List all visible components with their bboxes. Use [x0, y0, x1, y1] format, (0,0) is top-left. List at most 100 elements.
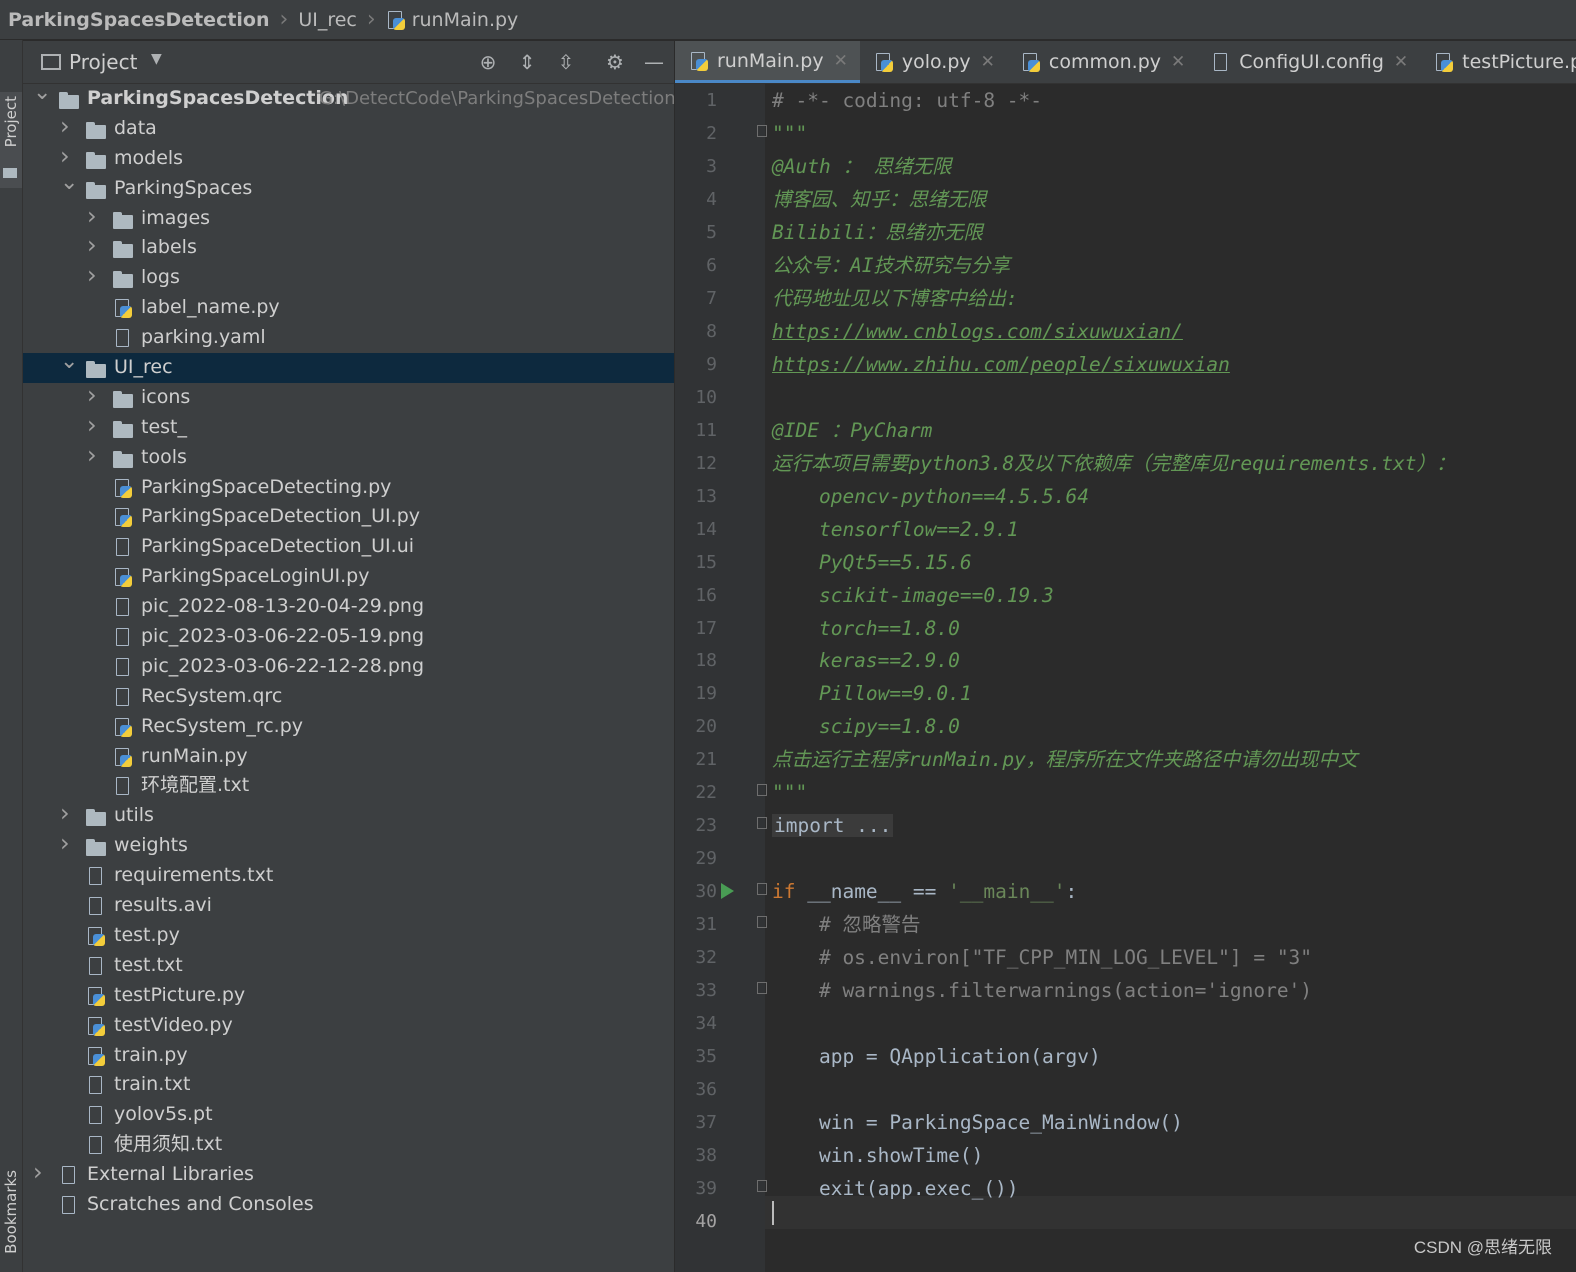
code-line[interactable]: 33 # warnings.filterwarnings(action='ign…: [675, 974, 1576, 1007]
code-token[interactable]: https://www.cnblogs.com/sixuwuxian/: [772, 320, 1183, 343]
tree-item[interactable]: ⌄ ParkingSpacesDetection G:\DetectCode\Par…: [23, 80, 674, 114]
code-line[interactable]: 2 """: [675, 117, 1576, 150]
tree-item[interactable]: › data: [23, 112, 674, 144]
tree-item[interactable]: train.py: [23, 1041, 674, 1071]
fold-icon[interactable]: [757, 1180, 769, 1194]
tree-item[interactable]: pic_2023-03-06-22-12-28.png: [23, 652, 674, 682]
tree-item[interactable]: RecSystem.qrc: [23, 682, 674, 712]
editor-tab[interactable]: yolo.py ✕: [860, 41, 1007, 83]
tree-item[interactable]: ParkingSpaceDetection_UI.ui: [23, 532, 674, 562]
chevron-right-icon[interactable]: ›: [87, 261, 101, 289]
tree-item[interactable]: › utils: [23, 799, 674, 831]
code-line[interactable]: 21 点击运行主程序runMain.py，程序所在文件夹路径中请勿出现中文: [675, 743, 1576, 776]
tree-item[interactable]: pic_2022-08-13-20-04-29.png: [23, 592, 674, 622]
close-icon[interactable]: ✕: [1394, 52, 1408, 72]
breadcrumb-file[interactable]: runMain.py: [386, 9, 518, 31]
tree-item[interactable]: test.py: [23, 921, 674, 951]
project-tool-button[interactable]: Project: [0, 92, 22, 188]
chevron-right-icon[interactable]: ›: [87, 381, 101, 409]
code-line[interactable]: 23 import ...: [675, 809, 1576, 842]
code-line[interactable]: 15 PyQt5==5.15.6: [675, 546, 1576, 579]
tree-item[interactable]: 环境配置.txt: [23, 771, 674, 801]
chevron-right-icon[interactable]: ›: [87, 202, 101, 230]
code-line[interactable]: 8 https://www.cnblogs.com/sixuwuxian/: [675, 315, 1576, 348]
tree-item[interactable]: ⌄ UI_rec: [23, 349, 674, 383]
tree-item[interactable]: ParkingSpaceDetection_UI.py: [23, 502, 674, 532]
chevron-right-icon[interactable]: ›: [60, 112, 74, 140]
code-line[interactable]: 4 博客园、知乎：思绪无限: [675, 183, 1576, 216]
editor-tab[interactable]: ConfigUI.config ✕: [1197, 41, 1420, 83]
bookmarks-tool-button[interactable]: Bookmarks: [2, 1170, 20, 1254]
code-line[interactable]: 19 Pillow==9.0.1: [675, 677, 1576, 710]
code-line[interactable]: 18 keras==2.9.0: [675, 644, 1576, 677]
editor-tab[interactable]: runMain.py ✕: [675, 41, 860, 83]
code-line[interactable]: 7 代码地址见以下博客中给出:: [675, 282, 1576, 315]
locate-icon[interactable]: ⊕: [476, 50, 500, 74]
tree-item[interactable]: test.txt: [23, 951, 674, 981]
code-line[interactable]: 1 # -*- coding: utf-8 -*-: [675, 84, 1576, 117]
tree-item[interactable]: › External Libraries: [23, 1158, 674, 1190]
tree-item[interactable]: › tools: [23, 441, 674, 473]
tree-item[interactable]: label_name.py: [23, 293, 674, 323]
tree-item[interactable]: results.avi: [23, 891, 674, 921]
chevron-right-icon[interactable]: ›: [87, 441, 101, 469]
fold-icon[interactable]: [757, 124, 769, 139]
tree-item[interactable]: pic_2023-03-06-22-05-19.png: [23, 622, 674, 652]
editor-tab[interactable]: testPicture.py✕: [1420, 41, 1576, 83]
tree-item[interactable]: › images: [23, 202, 674, 234]
code-token[interactable]: https://www.zhihu.com/people/sixuwuxian: [772, 353, 1230, 376]
code-line[interactable]: 37 win = ParkingSpace_MainWindow(): [675, 1106, 1576, 1139]
close-icon[interactable]: ✕: [981, 52, 995, 72]
fold-icon[interactable]: [757, 784, 769, 798]
code-line[interactable]: 9 https://www.zhihu.com/people/sixuwuxian: [675, 348, 1576, 381]
editor-tab[interactable]: common.py ✕: [1007, 41, 1197, 83]
fold-icon[interactable]: [757, 817, 769, 831]
project-panel-title[interactable]: Project: [69, 50, 137, 74]
tree-item[interactable]: › weights: [23, 829, 674, 861]
tree-item[interactable]: › logs: [23, 261, 674, 293]
tree-item[interactable]: ParkingSpaceDetecting.py: [23, 473, 674, 503]
chevron-down-icon[interactable]: ⌄: [60, 347, 78, 374]
chevron-right-icon[interactable]: ›: [87, 231, 101, 259]
close-icon[interactable]: ✕: [1171, 52, 1185, 72]
fold-icon[interactable]: [757, 982, 769, 996]
code-line[interactable]: 3 @Auth ： 思绪无限: [675, 150, 1576, 183]
tree-item[interactable]: 使用须知.txt: [23, 1130, 674, 1160]
code-line[interactable]: 38 win.showTime(): [675, 1139, 1576, 1172]
code-line[interactable]: 11 @IDE ：PyCharm: [675, 414, 1576, 447]
chevron-right-icon[interactable]: ›: [33, 1158, 47, 1186]
tree-item[interactable]: testPicture.py: [23, 981, 674, 1011]
tree-item[interactable]: ParkingSpaceLoginUI.py: [23, 562, 674, 592]
breadcrumb-folder[interactable]: UI_rec: [298, 9, 357, 31]
tree-item[interactable]: RecSystem_rc.py: [23, 712, 674, 742]
code-line[interactable]: 10: [675, 381, 1576, 414]
expand-all-icon[interactable]: ⇕: [515, 50, 539, 74]
tree-item[interactable]: parking.yaml: [23, 323, 674, 353]
code-line[interactable]: 34: [675, 1007, 1576, 1040]
code-line[interactable]: 6 公众号：AI技术研究与分享: [675, 249, 1576, 282]
chevron-down-icon[interactable]: ⌄: [60, 168, 78, 195]
chevron-right-icon[interactable]: ›: [60, 829, 74, 857]
code-line[interactable]: 5 Bilibili：思绪亦无限: [675, 216, 1576, 249]
code-line[interactable]: 39 exit(app.exec_()): [675, 1172, 1576, 1205]
code-line[interactable]: 30 if __name__ == '__main__':: [675, 875, 1576, 908]
code-line[interactable]: 12 运行本项目需要python3.8及以下依赖库（完整库见requirement…: [675, 447, 1576, 480]
code-line[interactable]: 35 app = QApplication(argv): [675, 1040, 1576, 1073]
code-line[interactable]: 14 tensorflow==2.9.1: [675, 513, 1576, 546]
tree-item[interactable]: requirements.txt: [23, 861, 674, 891]
collapse-all-icon[interactable]: ⇳: [554, 50, 578, 74]
code-line[interactable]: 22 """: [675, 776, 1576, 809]
code-line[interactable]: 31 # 忽略警告: [675, 908, 1576, 941]
chevron-right-icon[interactable]: ›: [60, 799, 74, 827]
code-line[interactable]: 36: [675, 1073, 1576, 1106]
chevron-down-icon[interactable]: ⌄: [33, 78, 51, 105]
chevron-down-icon[interactable]: ▼: [151, 51, 162, 67]
tree-item[interactable]: › test_: [23, 411, 674, 443]
fold-icon[interactable]: [757, 883, 769, 897]
tree-item[interactable]: Scratches and Consoles: [23, 1190, 674, 1220]
tree-item[interactable]: › labels: [23, 231, 674, 263]
code-line[interactable]: 32 # os.environ["TF_CPP_MIN_LOG_LEVEL"] …: [675, 941, 1576, 974]
tree-item[interactable]: ⌄ ParkingSpaces: [23, 170, 674, 204]
code-line[interactable]: 13 opencv-python==4.5.5.64: [675, 480, 1576, 513]
code-line[interactable]: 20 scipy==1.8.0: [675, 710, 1576, 743]
